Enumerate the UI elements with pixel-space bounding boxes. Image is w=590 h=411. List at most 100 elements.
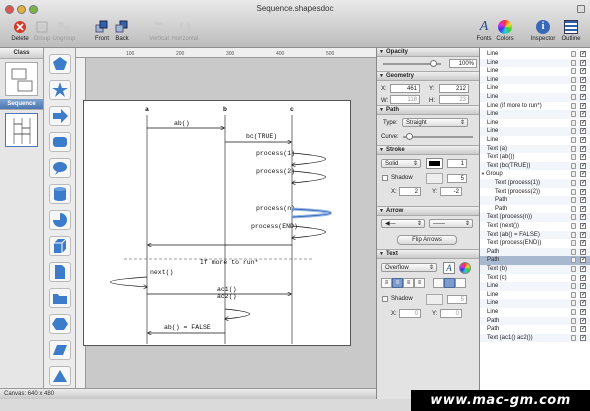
lock-icon[interactable] — [571, 111, 576, 118]
visibility-checkbox[interactable]: ✓ — [580, 94, 586, 100]
canvas-area[interactable]: 100 200 300 400 500 a b c ab() bc(TRUE) … — [76, 48, 376, 388]
stroke-style-popup[interactable]: Solid — [381, 159, 421, 168]
text-shadow-color-well[interactable] — [426, 294, 443, 305]
lock-icon[interactable] — [571, 51, 576, 57]
visibility-checkbox[interactable]: ✓ — [580, 326, 586, 333]
layer-row[interactable]: Line (if more to run*) ✓ — [480, 102, 590, 111]
visibility-checkbox[interactable]: ✓ — [580, 76, 586, 83]
path-header[interactable]: Path — [377, 106, 479, 115]
visibility-checkbox[interactable]: ✓ — [580, 188, 586, 195]
visibility-checkbox[interactable]: ✓ — [580, 214, 586, 221]
lock-icon[interactable] — [571, 231, 576, 238]
lock-icon[interactable] — [571, 197, 576, 204]
visibility-checkbox[interactable]: ✓ — [580, 257, 586, 264]
opacity-slider-knob[interactable] — [430, 60, 437, 67]
message-process1[interactable]: process(1) — [256, 150, 295, 157]
rounded-rect-shape[interactable] — [49, 132, 71, 152]
y-field[interactable]: 212 — [439, 84, 469, 93]
visibility-checkbox[interactable]: ✓ — [580, 205, 586, 212]
visibility-checkbox[interactable]: ✓ — [580, 59, 586, 66]
layer-row[interactable]: Line ✓ — [480, 127, 590, 136]
self-call-b[interactable] — [225, 308, 250, 319]
lock-icon[interactable] — [571, 76, 576, 83]
visibility-checkbox[interactable]: ✓ — [580, 162, 586, 169]
self-call-process1[interactable] — [292, 152, 326, 165]
text-shadow-x-field[interactable]: 0 — [399, 309, 421, 318]
lock-icon[interactable] — [571, 326, 576, 333]
layer-row[interactable]: Text (ab() = FALSE) ✓ — [480, 230, 590, 240]
visibility-checkbox[interactable]: ✓ — [580, 197, 586, 204]
ungroup-button[interactable]: Ungroup — [49, 20, 79, 42]
self-call-next[interactable] — [110, 276, 148, 287]
lock-icon[interactable] — [571, 300, 576, 307]
pentagon-shape[interactable] — [49, 54, 71, 74]
layer-row[interactable]: Line ✓ — [480, 282, 590, 291]
lock-icon[interactable] — [571, 137, 576, 143]
layer-row[interactable]: Line ✓ — [480, 75, 590, 85]
lock-icon[interactable] — [571, 317, 576, 324]
back-button[interactable]: Back — [107, 20, 137, 42]
speech-bubble-shape[interactable] — [49, 158, 71, 178]
lock-icon[interactable] — [571, 145, 576, 152]
hexagon-shape[interactable] — [49, 314, 71, 334]
document-shape[interactable] — [49, 262, 71, 282]
arrow-shape[interactable] — [49, 106, 71, 126]
shadow-y-field[interactable]: -2 — [440, 187, 462, 196]
message-bc[interactable]: bc(TRUE) — [246, 133, 277, 140]
arrow-start-popup[interactable]: ◀— — [381, 219, 425, 228]
lock-icon[interactable] — [571, 154, 576, 161]
visibility-checkbox[interactable]: ✓ — [580, 266, 586, 272]
layer-row[interactable]: Path ✓ — [480, 247, 590, 257]
flip-arrows-button[interactable]: Flip Arrows — [397, 235, 457, 245]
parallelogram-shape[interactable] — [49, 340, 71, 360]
lock-icon[interactable] — [571, 240, 576, 247]
message-processend[interactable]: process(END) — [251, 223, 298, 230]
layer-row[interactable]: Text (b) ✓ — [480, 265, 590, 274]
layer-row[interactable]: Text (next()) ✓ — [480, 222, 590, 231]
lock-icon[interactable] — [571, 188, 576, 195]
lock-icon[interactable] — [571, 59, 576, 66]
lock-icon[interactable] — [571, 274, 576, 281]
message-process2[interactable]: process(2) — [256, 168, 295, 175]
arrow-end-popup[interactable]: —— — [429, 219, 473, 228]
loop-label[interactable]: If more to run* — [200, 259, 259, 266]
lock-icon[interactable] — [571, 171, 576, 178]
visibility-checkbox[interactable]: ✓ — [580, 240, 586, 247]
lock-icon[interactable] — [571, 309, 576, 315]
message-ab[interactable]: ab() — [174, 120, 190, 127]
layer-row[interactable]: Line ✓ — [480, 67, 590, 76]
layer-row[interactable]: Text (ac1() ac2()) ✓ — [480, 333, 590, 343]
align-left-button[interactable]: ≡ — [381, 278, 392, 288]
text-header[interactable]: Text — [377, 250, 479, 259]
lock-icon[interactable] — [571, 257, 576, 264]
diagram-page[interactable]: a b c ab() bc(TRUE) process(1) process(2… — [83, 100, 351, 346]
text-font-button[interactable]: A — [443, 262, 455, 274]
layer-row[interactable]: Line ✓ — [480, 58, 590, 68]
layer-row[interactable]: Path ✓ — [480, 205, 590, 214]
layer-row[interactable]: Text (a) ✓ — [480, 144, 590, 154]
visibility-checkbox[interactable]: ✓ — [580, 137, 586, 143]
page-sequence-header[interactable]: Sequence — [0, 99, 43, 110]
visibility-checkbox[interactable]: ✓ — [580, 317, 586, 324]
fullscreen-icon[interactable] — [577, 5, 585, 13]
lock-icon[interactable] — [571, 102, 576, 109]
opacity-header[interactable]: Opacity — [377, 48, 479, 57]
text-shadow-y-field[interactable]: 0 — [440, 309, 462, 318]
lock-icon[interactable] — [571, 180, 576, 186]
lock-icon[interactable] — [571, 85, 576, 92]
layer-row[interactable]: Text (process(n)) ✓ — [480, 213, 590, 222]
visibility-checkbox[interactable]: ✓ — [580, 248, 586, 255]
stroke-header[interactable]: Stroke — [377, 146, 479, 155]
triangle-shape[interactable] — [49, 366, 71, 386]
curve-slider-knob[interactable] — [406, 133, 413, 140]
x-field[interactable]: 461 — [390, 84, 420, 93]
lock-icon[interactable] — [571, 94, 576, 100]
page-class-header[interactable]: Class — [0, 48, 43, 59]
visibility-checkbox[interactable]: ✓ — [580, 291, 586, 298]
visibility-checkbox[interactable]: ✓ — [580, 223, 586, 229]
text-color-button[interactable] — [459, 262, 471, 274]
visibility-checkbox[interactable]: ✓ — [580, 171, 586, 178]
text-shadow-checkbox[interactable] — [382, 296, 388, 302]
colors-button[interactable]: Colors — [490, 20, 520, 42]
visibility-checkbox[interactable]: ✓ — [580, 283, 586, 290]
